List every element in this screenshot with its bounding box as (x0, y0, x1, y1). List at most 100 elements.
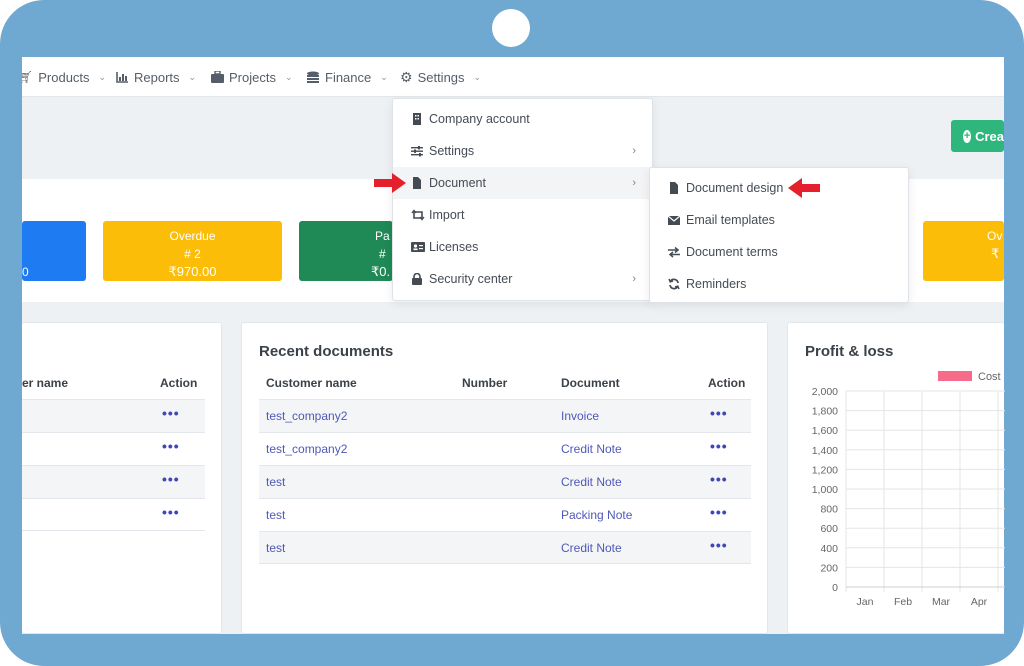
top-navbar: 🛒︎ Products ⌄ Reports ⌄ Projects ⌄ Finan… (22, 57, 1004, 97)
more-icon[interactable]: ••• (710, 438, 728, 454)
chevron-down-icon: ⌄ (188, 71, 197, 82)
annotation-arrow-right (374, 173, 406, 193)
cart-icon: 🛒︎ (22, 70, 34, 84)
menu-document[interactable]: Document › (393, 167, 652, 199)
nav-finance[interactable]: Finance ⌄ (306, 57, 388, 97)
menu-label: Document terms (686, 245, 778, 259)
annotation-arrow-left (788, 178, 820, 198)
stat-count: # (379, 247, 386, 261)
chevron-down-icon: ⌄ (284, 71, 293, 82)
table-row: test Credit Note ••• (259, 531, 751, 564)
menu-label: Reminders (686, 277, 747, 291)
nav-products-label: Products (38, 69, 90, 85)
left-card: er name Action ••• ••• ••• ••• (22, 322, 222, 634)
more-icon[interactable]: ••• (162, 504, 180, 520)
card-title: Recent documents (259, 343, 394, 360)
retweet-icon (411, 209, 425, 221)
menu-document-terms[interactable]: Document terms (650, 236, 908, 268)
nav-projects-label: Projects (229, 69, 276, 85)
stat-title: Overdue (169, 229, 216, 243)
customer-link[interactable]: test (266, 508, 285, 522)
legend-label: Cost (978, 371, 1001, 383)
stat-amount: 0 (22, 265, 29, 279)
y-tick-label: 400 (820, 543, 838, 555)
x-tick-label: Apr (971, 596, 988, 608)
col-customer-header: er name (22, 376, 69, 390)
stat-card-overdue[interactable]: Overdue # 2 ₹970.00 (103, 221, 282, 281)
nav-settings[interactable]: ⚙ Settings ⌄ (400, 57, 481, 97)
nav-reports[interactable]: Reports ⌄ (116, 57, 196, 97)
y-tick-label: 600 (820, 523, 838, 535)
customer-link[interactable]: test_company2 (266, 442, 347, 456)
document-link[interactable]: Invoice (561, 409, 599, 423)
create-button[interactable]: + Crea (951, 120, 1004, 152)
y-tick-label: 1,200 (812, 464, 838, 476)
col-document-header: Document (561, 376, 620, 390)
x-tick-label: Mar (932, 596, 951, 608)
stat-amount: ₹0. (371, 264, 391, 279)
stat-count: # 2 (184, 247, 201, 261)
card-title: Profit & loss (805, 343, 894, 360)
y-tick-label: 2,000 (812, 386, 838, 398)
document-link[interactable]: Credit Note (561, 541, 622, 555)
file-icon (670, 182, 678, 194)
y-tick-label: 200 (820, 562, 838, 574)
y-tick-label: 1,600 (812, 425, 838, 437)
menu-company-account[interactable]: Company account (393, 103, 652, 135)
chevron-down-icon: ⌄ (98, 71, 107, 82)
table-row: ••• (22, 498, 205, 531)
customer-link[interactable]: test (266, 541, 285, 555)
more-icon[interactable]: ••• (710, 537, 728, 553)
sliders-icon (411, 146, 423, 157)
y-tick-label: 800 (820, 504, 838, 516)
chevron-right-icon: › (632, 273, 636, 285)
briefcase-icon (211, 71, 224, 83)
menu-import[interactable]: Import (393, 199, 652, 231)
table-row: test_company2 Credit Note ••• (259, 432, 751, 465)
nav-products[interactable]: 🛒︎ Products ⌄ (22, 57, 106, 97)
envelope-icon (668, 215, 680, 225)
x-tick-label: Jan (857, 596, 874, 608)
profit-loss-card: Profit & loss Cost 0 200 400 600 800 1,000 1,20… (787, 322, 1005, 634)
menu-document-design[interactable]: Document design (650, 172, 908, 204)
table-row: ••• (22, 399, 205, 432)
refresh-icon (668, 278, 680, 290)
col-customer-header: Customer name (266, 376, 357, 390)
menu-security-center[interactable]: Security center › (393, 263, 652, 295)
menu-settings[interactable]: Settings › (393, 135, 652, 167)
document-link[interactable]: Credit Note (561, 475, 622, 489)
settings-dropdown: Company account Settings › Document › Im… (392, 98, 653, 301)
customer-link[interactable]: test_company2 (266, 409, 347, 423)
x-tick-label: Feb (894, 596, 912, 608)
more-icon[interactable]: ••• (162, 405, 180, 421)
create-button-label: Crea (975, 128, 1004, 144)
menu-label: Document (429, 176, 486, 190)
document-submenu: Document design Email templates Document… (649, 167, 909, 303)
stat-card-4[interactable]: Ov ₹ (923, 221, 1004, 281)
menu-licenses[interactable]: Licenses (393, 231, 652, 263)
document-link[interactable]: Credit Note (561, 442, 622, 456)
stat-card-paid[interactable]: Pa # ₹0. (299, 221, 393, 281)
menu-reminders[interactable]: Reminders (650, 268, 908, 300)
more-icon[interactable]: ••• (710, 471, 728, 487)
menu-email-templates[interactable]: Email templates (650, 204, 908, 236)
lock-icon (412, 273, 422, 285)
chevron-right-icon: › (632, 177, 636, 189)
more-icon[interactable]: ••• (162, 438, 180, 454)
stat-card-1[interactable]: 0 (22, 221, 86, 281)
nav-projects[interactable]: Projects ⌄ (211, 57, 293, 97)
chevron-right-icon: › (632, 145, 636, 157)
building-icon (413, 113, 421, 125)
more-icon[interactable]: ••• (162, 471, 180, 487)
nav-settings-label: Settings (417, 69, 465, 85)
more-icon[interactable]: ••• (710, 405, 728, 421)
document-link[interactable]: Packing Note (561, 508, 632, 522)
gear-icon: ⚙ (400, 68, 413, 85)
menu-label: Document design (686, 181, 784, 195)
menu-label: Import (429, 208, 465, 222)
stat-amount: ₹970.00 (168, 264, 217, 279)
plus-circle-icon: + (963, 129, 972, 143)
more-icon[interactable]: ••• (710, 504, 728, 520)
customer-link[interactable]: test (266, 475, 285, 489)
stat-title: Pa (375, 229, 390, 243)
